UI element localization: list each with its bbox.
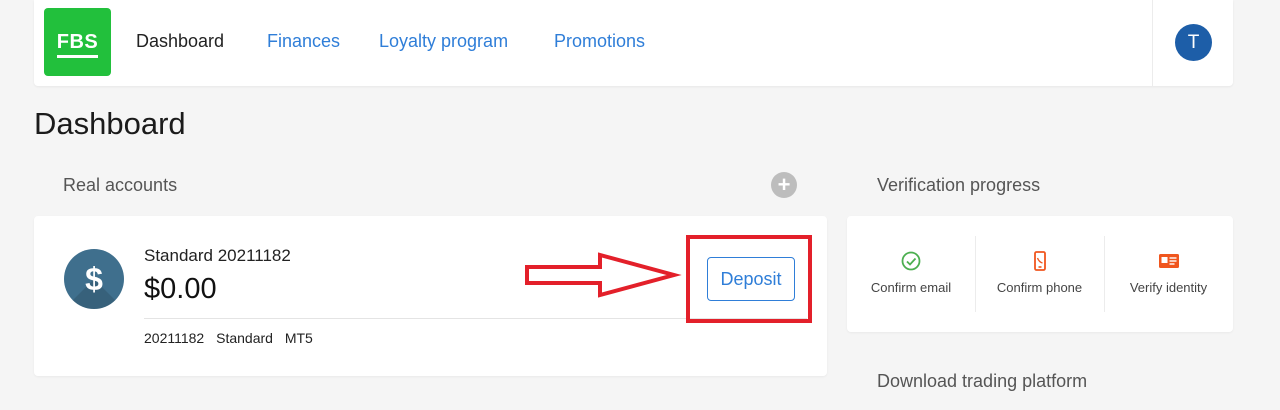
confirm-email-label: Confirm email [870, 280, 952, 295]
account-type: Standard [216, 330, 273, 346]
account-meta: 20211182 Standard MT5 [144, 329, 321, 347]
fbs-logo[interactable]: FBS [44, 8, 111, 76]
plus-circle-icon: + [777, 172, 791, 197]
verify-identity-label: Verify identity [1129, 280, 1208, 295]
account-platform: MT5 [284, 330, 313, 346]
divider [144, 318, 807, 319]
nav-dashboard[interactable]: Dashboard [136, 30, 224, 52]
topbar-divider [1152, 0, 1153, 86]
verification-card: Confirm email Confirm phone Verify ident… [847, 216, 1233, 332]
real-accounts-heading: Real accounts [63, 175, 178, 195]
account-card: $ Standard 20211182 $0.00 20211182 Stand… [34, 216, 827, 376]
nav-finances[interactable]: Finances [267, 30, 340, 52]
nav-loyalty-program[interactable]: Loyalty program [379, 30, 508, 52]
top-navigation-bar: FBS Dashboard Finances Loyalty program P… [34, 0, 1233, 86]
phone-icon [1033, 251, 1046, 271]
verification-heading: Verification progress [877, 175, 1041, 195]
account-name: Standard 20211182 [144, 246, 291, 265]
dollar-icon: $ [64, 249, 124, 309]
id-card-icon [1158, 254, 1179, 268]
confirm-phone-item[interactable]: Confirm phone [975, 236, 1103, 312]
account-number: 20211182 [144, 330, 205, 346]
nav-promotions[interactable]: Promotions [554, 30, 645, 52]
confirm-phone-label: Confirm phone [996, 280, 1083, 295]
confirm-email-item[interactable]: Confirm email [847, 236, 975, 312]
page-title: Dashboard [34, 106, 186, 141]
check-circle-icon [901, 251, 921, 271]
add-account-button[interactable]: + [771, 172, 797, 198]
logo-text: FBS [56, 30, 99, 58]
account-balance: $0.00 [144, 273, 217, 305]
verify-identity-item[interactable]: Verify identity [1104, 236, 1232, 312]
deposit-button[interactable]: Deposit [707, 257, 795, 301]
user-avatar[interactable]: T [1175, 24, 1212, 61]
download-platform-heading: Download trading platform [877, 371, 1088, 391]
